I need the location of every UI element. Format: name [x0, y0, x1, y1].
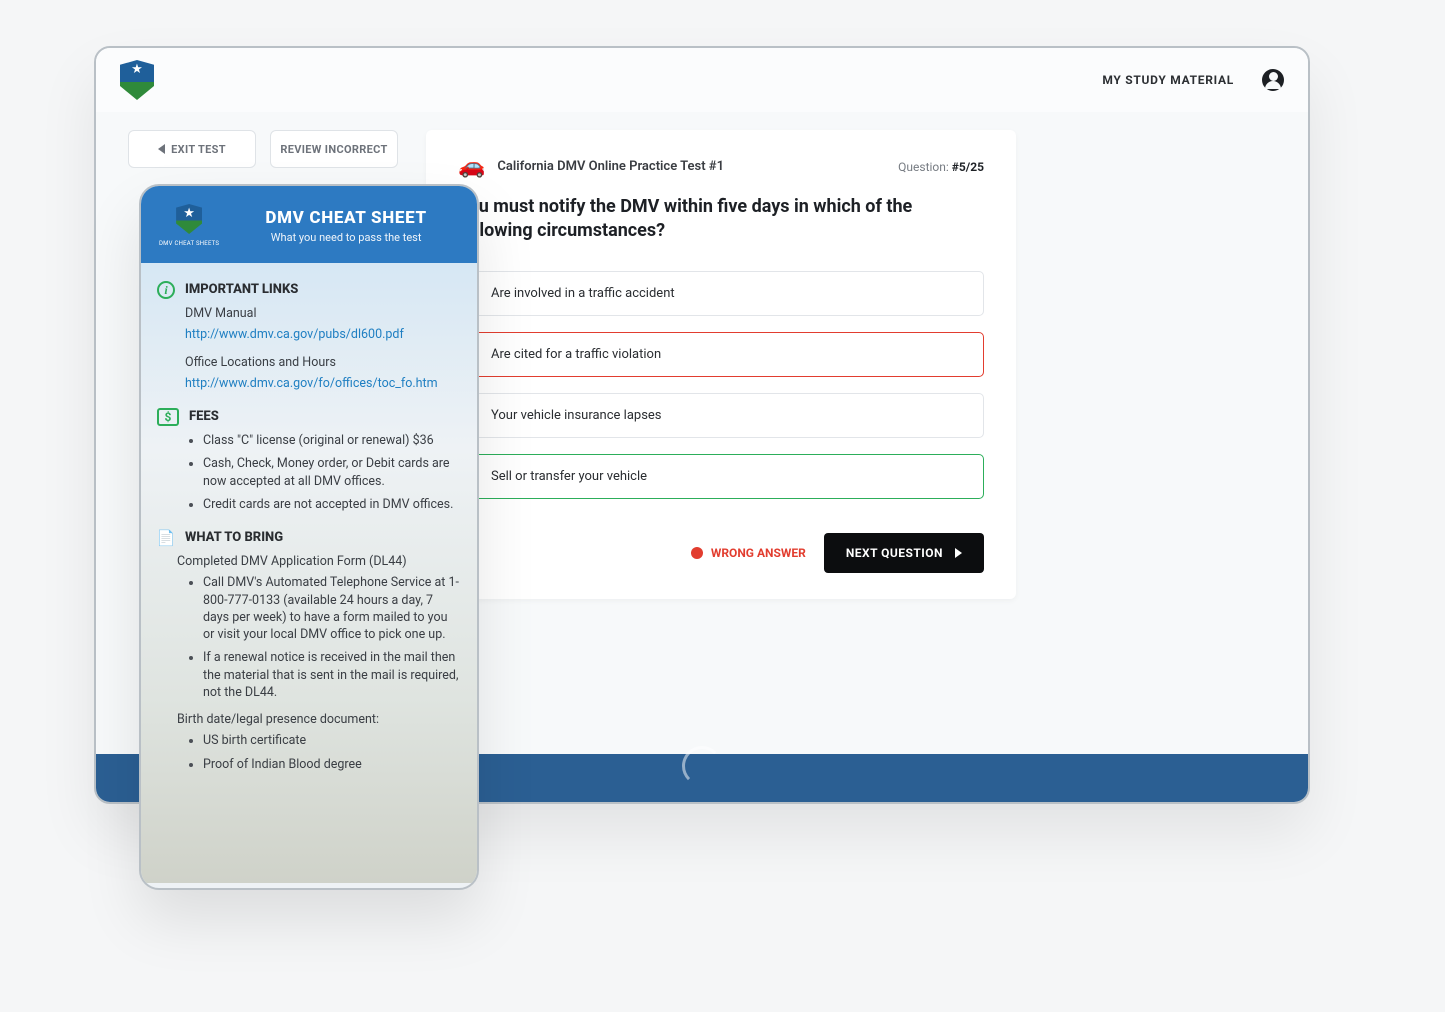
exit-test-label: EXIT TEST [171, 143, 226, 156]
chevron-right-icon [955, 548, 962, 558]
review-incorrect-label: REVIEW INCORRECT [280, 143, 387, 156]
next-question-button[interactable]: NEXT QUESTION [824, 533, 984, 573]
bring-intro: Completed DMV Application Form (DL44) [177, 553, 461, 570]
cheat-sheet-title: DMV CHEAT SHEET [233, 208, 459, 228]
link-label: Office Locations and Hours [185, 354, 461, 371]
answer-text: Sell or transfer your vehicle [491, 469, 647, 484]
list-item: If a renewal notice is received in the m… [203, 649, 461, 701]
chevron-left-icon [158, 144, 165, 154]
dmv-manual-link[interactable]: http://www.dmv.ca.gov/pubs/dl600.pdf [185, 327, 404, 342]
review-incorrect-button[interactable]: REVIEW INCORRECT [270, 130, 398, 168]
cheat-sheet-subtitle: What you need to pass the test [233, 231, 459, 244]
office-locations-link[interactable]: http://www.dmv.ca.gov/fo/offices/toc_fo.… [185, 376, 438, 391]
section-heading: IMPORTANT LINKS [185, 281, 298, 299]
list-item: Proof of Indian Blood degree [203, 756, 461, 773]
car-icon: 🚗 [458, 154, 485, 179]
answer-option[interactable]: Your vehicle insurance lapses [458, 393, 984, 438]
answer-option[interactable]: Sell or transfer your vehicle [458, 454, 984, 499]
cheat-sheet-header: DMV CHEAT SHEETS DMV CHEAT SHEET What yo… [141, 186, 477, 263]
brand-shield-icon [120, 60, 154, 100]
top-bar: MY STUDY MATERIAL [96, 48, 1308, 112]
list-item: US birth certificate [203, 732, 461, 749]
what-to-bring-section: 📄 WHAT TO BRING Completed DMV Applicatio… [157, 529, 461, 773]
list-item: Call DMV's Automated Telephone Service a… [203, 574, 461, 643]
question-text: You must notify the DMV within five days… [458, 195, 984, 243]
cash-icon: $ [157, 408, 179, 426]
answer-text: Are cited for a traffic violation [491, 347, 661, 362]
wrong-answer-badge: WRONG ANSWER [691, 546, 806, 560]
section-heading: FEES [189, 408, 219, 426]
answer-text: Your vehicle insurance lapses [491, 408, 662, 423]
brand-text: DMV CHEAT SHEETS [159, 240, 219, 247]
document-icon: 📄 [157, 529, 175, 547]
answer-option[interactable]: Are involved in a traffic accident [458, 271, 984, 316]
exit-test-button[interactable]: EXIT TEST [128, 130, 256, 168]
quiz-title: California DMV Online Practice Test #1 [497, 159, 724, 174]
brand-shield-icon [176, 204, 202, 234]
cheat-sheet-window: DMV CHEAT SHEETS DMV CHEAT SHEET What yo… [139, 184, 479, 890]
link-label: DMV Manual [185, 305, 461, 322]
important-links-section: i IMPORTANT LINKS DMV Manual http://www.… [157, 281, 461, 392]
birth-intro: Birth date/legal presence document: [177, 711, 461, 728]
info-icon: i [157, 281, 175, 299]
section-heading: WHAT TO BRING [185, 529, 283, 547]
study-material-link[interactable]: MY STUDY MATERIAL [1102, 73, 1234, 87]
question-counter: Question: #5/25 [898, 160, 984, 174]
dot-icon [691, 547, 703, 559]
list-item: Class "C" license (original or renewal) … [203, 432, 461, 449]
fees-section: $ FEES Class "C" license (original or re… [157, 408, 461, 513]
answer-list: Are involved in a traffic accident Are c… [458, 271, 984, 499]
answer-text: Are involved in a traffic accident [491, 286, 675, 301]
user-icon[interactable] [1262, 69, 1284, 91]
list-item: Cash, Check, Money order, or Debit cards… [203, 455, 461, 490]
answer-option[interactable]: Are cited for a traffic violation [458, 332, 984, 377]
quiz-card: 🚗 California DMV Online Practice Test #1… [426, 130, 1016, 599]
list-item: Credit cards are not accepted in DMV off… [203, 496, 461, 513]
next-question-label: NEXT QUESTION [846, 546, 943, 560]
